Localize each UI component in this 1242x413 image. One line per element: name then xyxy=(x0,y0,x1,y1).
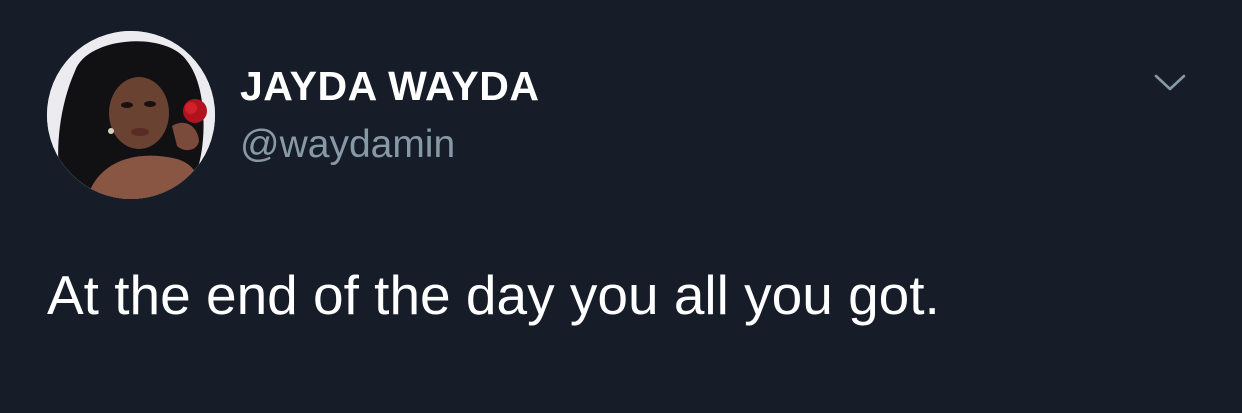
author-handle[interactable]: @waydamin xyxy=(240,122,455,168)
tweet-card: JAYDA WAYDA @waydamin At the end of the … xyxy=(0,0,1242,413)
author-display-name[interactable]: JAYDA WAYDA xyxy=(240,62,539,110)
avatar[interactable] xyxy=(47,31,215,199)
tweet-text: At the end of the day you all you got. xyxy=(47,264,940,326)
chevron-down-icon[interactable] xyxy=(1150,68,1190,96)
avatar-photo xyxy=(47,31,215,199)
